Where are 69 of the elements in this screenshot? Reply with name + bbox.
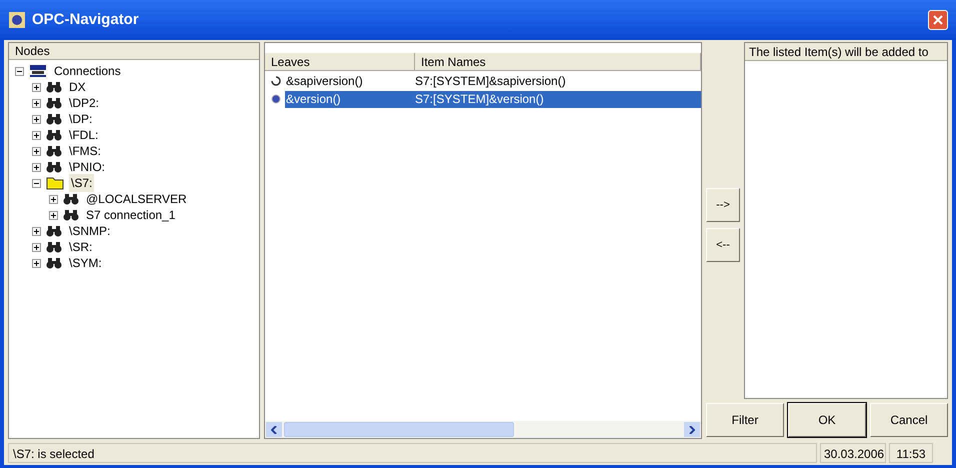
dialog-button[interactable]: OK [788,403,866,437]
binoculars-icon [46,113,62,125]
tree-item[interactable]: \DP: [67,110,94,128]
chevron-left-icon [271,426,277,434]
expand-toggle[interactable] [32,130,41,140]
expand-toggle[interactable] [32,258,41,268]
remove-button[interactable]: <-- [706,228,740,262]
binoculars-icon [46,145,62,157]
item-name: S7:[SYSTEM]&version() [415,91,544,108]
tree-item[interactable]: \SNMP: [67,222,112,240]
tree-item[interactable]: @LOCALSERVER [84,190,189,208]
list-row[interactable]: &sapiversion() S7:[SYSTEM]&sapiversion() [285,72,701,90]
expand-toggle[interactable] [32,146,41,156]
status-time: 11:53 [889,443,933,463]
binoculars-icon [46,129,62,141]
item-name: S7:[SYSTEM]&sapiversion() [415,73,566,90]
collapse-toggle[interactable] [32,178,41,188]
column-header[interactable]: Item Names [415,53,701,70]
tree-item[interactable]: \SYM: [67,254,104,272]
ring-icon [271,76,281,86]
tree-item[interactable]: \DP2: [67,94,102,112]
tree-item[interactable]: \SR: [67,238,94,256]
binoculars-icon [63,193,79,205]
binoculars-icon [46,81,62,93]
status-message: \S7: is selected [8,443,817,463]
dialog-button[interactable]: Cancel [870,403,948,437]
expand-toggle[interactable] [32,162,41,172]
window-title: OPC-Navigator [32,10,140,30]
expand-toggle[interactable] [32,114,41,124]
close-button[interactable] [928,10,948,30]
tree-item[interactable]: \S7: [69,174,94,192]
column-header[interactable]: Leaves [265,53,415,70]
leaf-name: &version() [285,91,342,108]
tree-item[interactable]: \PNIO: [67,158,108,176]
binoculars-icon [46,257,62,269]
app-icon [8,11,26,29]
binoculars-icon [46,225,62,237]
expand-toggle[interactable] [32,226,41,236]
tree-item[interactable]: S7 connection_1 [84,206,178,224]
dot-icon [271,94,281,104]
dialog-button[interactable]: Filter [706,403,784,437]
binoculars-icon [46,97,62,109]
folder-icon [46,176,64,190]
tree-item[interactable]: Connections [52,62,123,80]
list-row[interactable]: &version() S7:[SYSTEM]&version() [285,90,701,108]
collapse-toggle[interactable] [15,66,24,76]
close-icon [933,15,943,25]
expand-toggle[interactable] [49,210,58,220]
scroll-thumb[interactable] [284,422,514,437]
chevron-right-icon [689,426,695,434]
scroll-right-button[interactable] [684,422,700,437]
add-button[interactable]: --> [706,188,740,222]
tree-item[interactable]: \FMS: [67,142,103,160]
column-header: The listed Item(s) will be added to [745,43,947,61]
server-icon [29,64,47,78]
leaf-name: &sapiversion() [285,73,364,90]
scroll-left-button[interactable] [266,422,282,437]
expand-toggle[interactable] [32,82,41,92]
tree-item[interactable]: \FDL: [67,126,100,144]
binoculars-icon [46,241,62,253]
expand-toggle[interactable] [32,242,41,252]
binoculars-icon [46,161,62,173]
tree-item[interactable]: DX [67,78,88,96]
column-header: Nodes [9,43,259,60]
binoculars-icon [63,209,79,221]
expand-toggle[interactable] [49,194,58,204]
expand-toggle[interactable] [32,98,41,108]
horizontal-scrollbar[interactable] [265,421,701,438]
status-date: 30.03.2006 [820,443,886,463]
